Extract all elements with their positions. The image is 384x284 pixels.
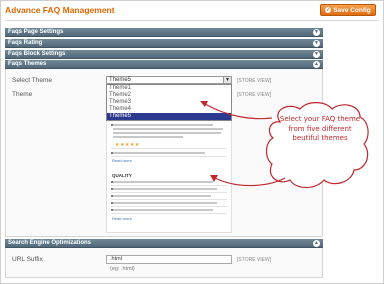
theme-option[interactable]: Theme1	[107, 85, 231, 92]
preview-text-line	[113, 128, 223, 130]
read-more-link: Read more	[112, 158, 132, 163]
preview-divider	[111, 148, 227, 149]
chevron-down-icon[interactable]: ▼	[223, 77, 231, 83]
section-faqs-page-settings[interactable]: Faqs Page Settings ▼	[5, 28, 323, 37]
theme-select[interactable]: Theme5 ▼	[106, 76, 232, 84]
theme-select-value: Theme5	[109, 77, 132, 83]
section-search-engine-optimizations[interactable]: Search Engine Optimizations ▲	[5, 239, 323, 248]
preview-divider	[111, 206, 227, 207]
section-label: Faqs Themes	[8, 61, 47, 67]
save-config-label: Save Config	[333, 6, 371, 14]
url-suffix-label: URL Suffix	[12, 256, 43, 263]
theme-preview-image: ★★★★★ Read more QUALITY Read more	[106, 121, 232, 233]
theme-scope: [STORE VIEW]	[237, 92, 272, 98]
section-label: Faqs Page Settings	[8, 29, 64, 35]
preview-text-line	[113, 152, 205, 154]
expand-icon[interactable]: ▼	[313, 51, 320, 58]
preview-divider	[111, 199, 227, 200]
expand-icon[interactable]: ▼	[313, 40, 320, 47]
preview-divider	[111, 156, 227, 157]
select-theme-label: Select Theme	[12, 77, 52, 84]
callout-text: Select your FAQ theme from five differen…	[279, 115, 361, 142]
collapse-icon[interactable]: ▲	[313, 61, 320, 68]
section-faqs-rating[interactable]: Faqs Rating ▼	[5, 39, 323, 48]
theme-label: Theme	[12, 91, 33, 98]
preview-text-line	[113, 209, 213, 211]
section-label: Search Engine Optimizations	[8, 240, 92, 246]
preview-text-line	[113, 136, 183, 138]
header-divider	[5, 20, 379, 21]
url-suffix-hint: (eg: .html)	[110, 266, 135, 272]
preview-text-line	[113, 132, 221, 134]
preview-divider	[111, 185, 227, 186]
save-icon: ✓	[325, 7, 332, 13]
theme-option[interactable]: Theme2	[107, 92, 231, 99]
preview-divider	[111, 192, 227, 193]
save-config-button[interactable]: ✓ Save Config	[320, 4, 376, 16]
theme-option[interactable]: Theme3	[107, 99, 231, 106]
page-title: Advance FAQ Management	[5, 5, 115, 15]
expand-icon[interactable]: ▼	[313, 29, 320, 36]
preview-text-line	[113, 202, 217, 204]
preview-text-line	[113, 195, 211, 197]
url-suffix-input[interactable]: .html	[106, 255, 232, 264]
read-more-link: Read more	[112, 216, 132, 221]
preview-text-line	[113, 181, 213, 183]
theme-option-selected[interactable]: Theme5	[107, 113, 231, 120]
collapse-icon[interactable]: ▲	[313, 240, 320, 247]
preview-text-line	[113, 124, 213, 126]
section-faqs-block-settings[interactable]: Faqs Block Settings ▼	[5, 50, 323, 59]
section-label: Faqs Rating	[8, 40, 43, 46]
select-theme-scope: [STORE VIEW]	[237, 78, 272, 84]
theme-dropdown-list[interactable]: Theme1 Theme2 Theme3 Theme4 Theme5	[106, 84, 232, 121]
section-label: Faqs Block Settings	[8, 51, 66, 57]
preview-text-line	[113, 188, 217, 190]
theme-option[interactable]: Theme4	[107, 106, 231, 113]
url-suffix-scope: [STORE VIEW]	[237, 257, 272, 263]
section-faqs-themes[interactable]: Faqs Themes ▲	[5, 60, 323, 69]
quality-heading: QUALITY	[112, 173, 132, 178]
preview-divider	[111, 213, 227, 214]
